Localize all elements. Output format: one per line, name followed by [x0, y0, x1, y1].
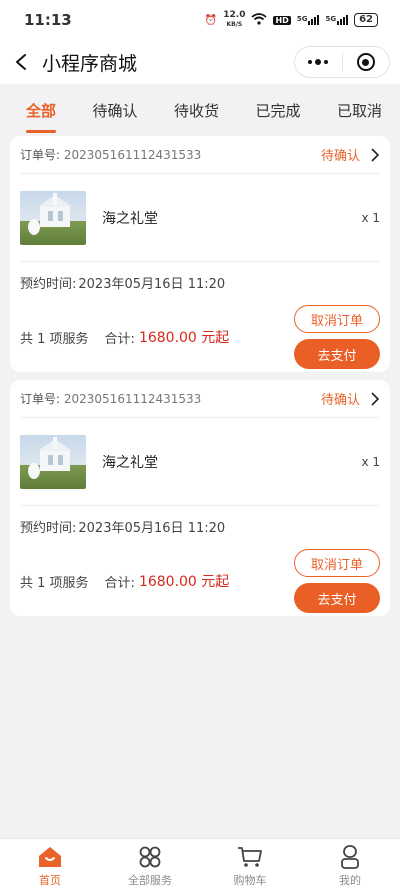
- cancel-order-button[interactable]: 取消订单: [294, 549, 380, 577]
- order-footer: 共 1 项服务 合计: 1680.00 元起 取消订单 去支付: [20, 302, 380, 372]
- appointment-time: 预约时间: 2023年05月16日 11:20: [20, 520, 226, 536]
- bottom-tabbar: 首页 全部服务 购物车 我的: [0, 838, 400, 893]
- hd-badge: HD: [273, 15, 291, 25]
- item-thumbnail: [20, 434, 86, 489]
- cart-icon: [238, 846, 262, 867]
- signal-icon-2: 5G: [325, 15, 349, 25]
- page-title: 小程序商城: [42, 52, 138, 75]
- status-bar: 11:13 ⏰ 12.0 KB/S HD 5G 5G 62: [0, 0, 400, 40]
- pay-button[interactable]: 去支付: [294, 339, 380, 369]
- tab-cancelled[interactable]: 已取消: [337, 92, 382, 129]
- order-header[interactable]: 订单号: 202305161112431533 待确认: [20, 136, 380, 174]
- back-arrow-icon: [16, 54, 26, 70]
- tab-pending-receive[interactable]: 待收货: [174, 92, 219, 129]
- order-footer: 共 1 项服务 合计: 1680.00 元起 取消订单 去支付: [20, 546, 380, 616]
- tabbar-label: 我的: [339, 873, 361, 887]
- tabbar-label: 首页: [39, 873, 61, 887]
- tab-pending-confirm[interactable]: 待确认: [92, 92, 137, 129]
- back-button[interactable]: [14, 47, 36, 77]
- cancel-order-button[interactable]: 取消订单: [294, 305, 380, 333]
- item-quantity: x 1: [361, 454, 380, 469]
- user-icon: [341, 844, 359, 869]
- chevron-right-icon: [370, 147, 380, 162]
- tabbar-label: 购物车: [233, 873, 267, 887]
- net-speed: 12.0 KB/S: [223, 10, 246, 29]
- order-number: 订单号: 202305161112431533: [20, 392, 202, 406]
- order-card: 订单号: 202305161112431533 待确认 海之礼堂 x 1 预约时…: [10, 380, 390, 616]
- status-time: 11:13: [24, 11, 72, 29]
- order-card: 订单号: 202305161112431533 待确认 海之礼堂 x 1 预约时…: [10, 136, 390, 372]
- status-icons: ⏰ 12.0 KB/S HD 5G 5G 62: [205, 11, 378, 29]
- order-item[interactable]: 海之礼堂 x 1: [20, 174, 380, 262]
- total-label: 合计:: [104, 575, 135, 591]
- item-thumbnail: [20, 190, 86, 245]
- tabbar-item-services[interactable]: 全部服务: [100, 839, 200, 893]
- total-price: 1680.00 元起: [138, 330, 230, 346]
- wifi-icon: [251, 12, 268, 28]
- tabbar-label: 全部服务: [128, 873, 172, 887]
- miniprogram-capsule: [294, 46, 390, 78]
- service-count: 共 1 项服务: [20, 575, 89, 591]
- tab-completed[interactable]: 已完成: [255, 92, 300, 129]
- item-name: 海之礼堂: [102, 454, 158, 471]
- order-status: 待确认: [320, 149, 360, 164]
- tabbar-item-cart[interactable]: 购物车: [200, 839, 300, 893]
- item-name: 海之礼堂: [102, 210, 158, 227]
- total-price: 1680.00 元起: [138, 574, 230, 590]
- tab-all[interactable]: 全部: [26, 92, 57, 133]
- pay-button[interactable]: 去支付: [294, 583, 380, 613]
- close-miniprogram-button[interactable]: [343, 47, 390, 77]
- service-count: 共 1 项服务: [20, 331, 89, 347]
- order-item[interactable]: 海之礼堂 x 1: [20, 418, 380, 506]
- target-icon: [356, 53, 375, 71]
- chevron-right-icon: [370, 391, 380, 406]
- order-number: 订单号: 202305161112431533: [20, 148, 202, 162]
- battery-icon: 62: [354, 13, 378, 27]
- order-summary: 共 1 项服务 合计: 1680.00 元起: [20, 571, 229, 591]
- item-quantity: x 1: [361, 210, 380, 225]
- order-header[interactable]: 订单号: 202305161112431533 待确认: [20, 380, 380, 418]
- home-icon: [39, 846, 61, 867]
- nav-bar: 小程序商城: [0, 40, 400, 84]
- order-status-tabs: 全部 待确认 待收货 已完成 已取消: [0, 84, 400, 136]
- signal-icon-1: 5G: [297, 15, 320, 25]
- tabbar-item-mine[interactable]: 我的: [300, 839, 400, 893]
- order-summary: 共 1 项服务 合计: 1680.00 元起: [20, 327, 229, 347]
- more-dots-icon: [308, 59, 329, 65]
- tabbar-item-home[interactable]: 首页: [0, 839, 100, 893]
- appointment-time: 预约时间: 2023年05月16日 11:20: [20, 276, 226, 292]
- grid-icon: [139, 846, 161, 867]
- more-button[interactable]: [295, 47, 342, 77]
- alarm-icon: ⏰: [204, 14, 218, 26]
- total-label: 合计:: [104, 331, 135, 347]
- order-status: 待确认: [320, 393, 360, 408]
